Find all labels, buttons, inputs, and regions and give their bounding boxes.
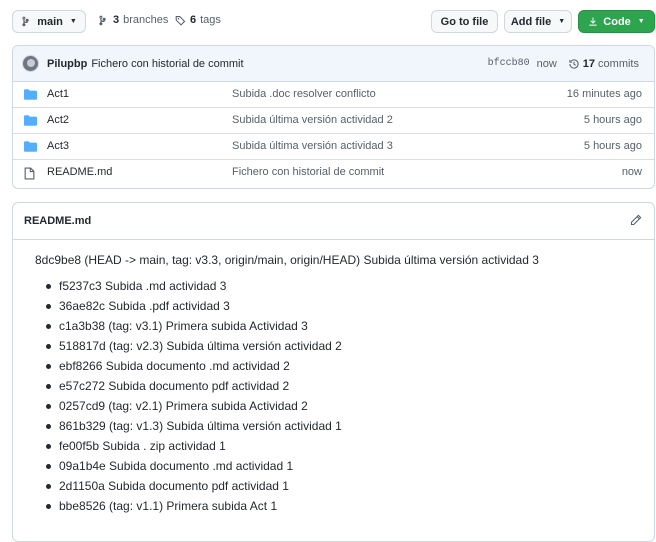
branch-selector-button[interactable]: main ▼ (12, 10, 86, 33)
commit-history-list: f5237c3 Subida .md actividad 3 36ae82c S… (35, 279, 654, 519)
list-item: 0257cd9 (tag: v2.1) Primera subida Activ… (46, 399, 654, 419)
branches-label: branches (123, 14, 169, 26)
tag-icon (175, 15, 186, 26)
pencil-icon[interactable] (630, 214, 642, 226)
list-item: ebf8266 Subida documento .md actividad 2 (46, 359, 654, 379)
file-commit-message[interactable]: Subida última versión actividad 3 (232, 140, 393, 152)
list-item: 36ae82c Subida .pdf actividad 3 (46, 299, 654, 319)
readme-title[interactable]: README.md (24, 215, 91, 227)
list-item: 518817d (tag: v2.3) Subida última versió… (46, 339, 654, 359)
file-age: 5 hours ago (583, 140, 642, 152)
tags-label: tags (200, 14, 221, 26)
file-row-act2[interactable]: Act2 Subida última versión actividad 2 5… (13, 108, 654, 134)
list-item: f5237c3 Subida .md actividad 3 (46, 279, 654, 299)
list-item: e57c272 Subida documento pdf actividad 2 (46, 379, 654, 399)
add-file-button[interactable]: Add file ▼ (504, 10, 572, 33)
tags-count: 6 (190, 14, 197, 26)
list-item: 09a1b4e Subida documento .md actividad 1 (46, 459, 654, 479)
file-name[interactable]: Act2 (47, 114, 69, 126)
chevron-down-icon: ▼ (558, 18, 566, 25)
file-age: now (621, 166, 642, 178)
go-to-file-button[interactable]: Go to file (431, 10, 498, 33)
commit-time: now (536, 57, 557, 70)
folder-icon (24, 115, 37, 126)
file-row-act3[interactable]: Act3 Subida última versión actividad 3 5… (13, 134, 654, 160)
list-item: 861b329 (tag: v1.3) Subida última versió… (46, 419, 654, 439)
repo-toolbar: main ▼ 3 branches 6 tags Go to file Add … (12, 10, 655, 33)
commits-count: 17 (582, 57, 596, 70)
file-name[interactable]: README.md (47, 166, 112, 178)
add-file-label: Add file (510, 15, 552, 28)
history-icon (569, 58, 579, 69)
file-age: 16 minutes ago (566, 88, 642, 100)
commit-author[interactable]: Pilupbp (47, 58, 87, 70)
branches-link[interactable]: 3 branches (98, 14, 168, 26)
file-row-act1[interactable]: Act1 Subida .doc resolver conflicto 16 m… (13, 82, 654, 108)
readme-header: README.md (13, 203, 654, 240)
chevron-down-icon: ▼ (69, 18, 77, 25)
commit-meta: bfccb80 now 17 commits (488, 46, 639, 81)
commit-sha[interactable]: bfccb80 (488, 58, 530, 69)
download-icon (589, 17, 598, 26)
file-name[interactable]: Act3 (47, 140, 69, 152)
list-item: c1a3b38 (tag: v3.1) Primera subida Activ… (46, 319, 654, 339)
code-label: Code (603, 15, 631, 28)
git-branch-icon (22, 16, 29, 27)
tags-link[interactable]: 6 tags (175, 14, 221, 26)
commit-message[interactable]: Fichero con historial de commit (91, 58, 243, 70)
branch-name: main (37, 15, 63, 28)
file-browser: Pilupbp Fichero con historial de commit … (12, 45, 655, 189)
readme-body: 8dc9be8 (HEAD -> main, tag: v3.3, origin… (13, 240, 654, 519)
go-to-file-label: Go to file (440, 15, 489, 28)
git-branch-icon (99, 15, 106, 25)
avatar[interactable] (22, 55, 39, 72)
file-name[interactable]: Act1 (47, 88, 69, 100)
readme-panel: README.md 8dc9be8 (HEAD -> main, tag: v3… (12, 202, 655, 542)
commits-link[interactable]: 17 commits (568, 58, 639, 70)
code-button[interactable]: Code ▼ (578, 10, 655, 33)
file-icon (24, 167, 35, 180)
list-item: fe00f5b Subida . zip actividad 1 (46, 439, 654, 459)
list-item: bbe8526 (tag: v1.1) Primera subida Act 1 (46, 499, 654, 519)
readme-lead: 8dc9be8 (HEAD -> main, tag: v3.3, origin… (35, 253, 539, 267)
branches-count: 3 (113, 14, 120, 26)
file-commit-message[interactable]: Fichero con historial de commit (232, 166, 384, 178)
list-item: 2d1150a Subida documento pdf actividad 1 (46, 479, 654, 499)
file-row-readme[interactable]: README.md Fichero con historial de commi… (13, 160, 654, 186)
commits-label: commits (598, 57, 639, 70)
file-commit-message[interactable]: Subida última versión actividad 2 (232, 114, 393, 126)
folder-icon (24, 89, 37, 100)
folder-icon (24, 141, 37, 152)
latest-commit-bar: Pilupbp Fichero con historial de commit … (13, 46, 654, 82)
chevron-down-icon: ▼ (637, 18, 645, 25)
file-age: 5 hours ago (583, 114, 642, 126)
file-commit-message[interactable]: Subida .doc resolver conflicto (232, 88, 376, 100)
